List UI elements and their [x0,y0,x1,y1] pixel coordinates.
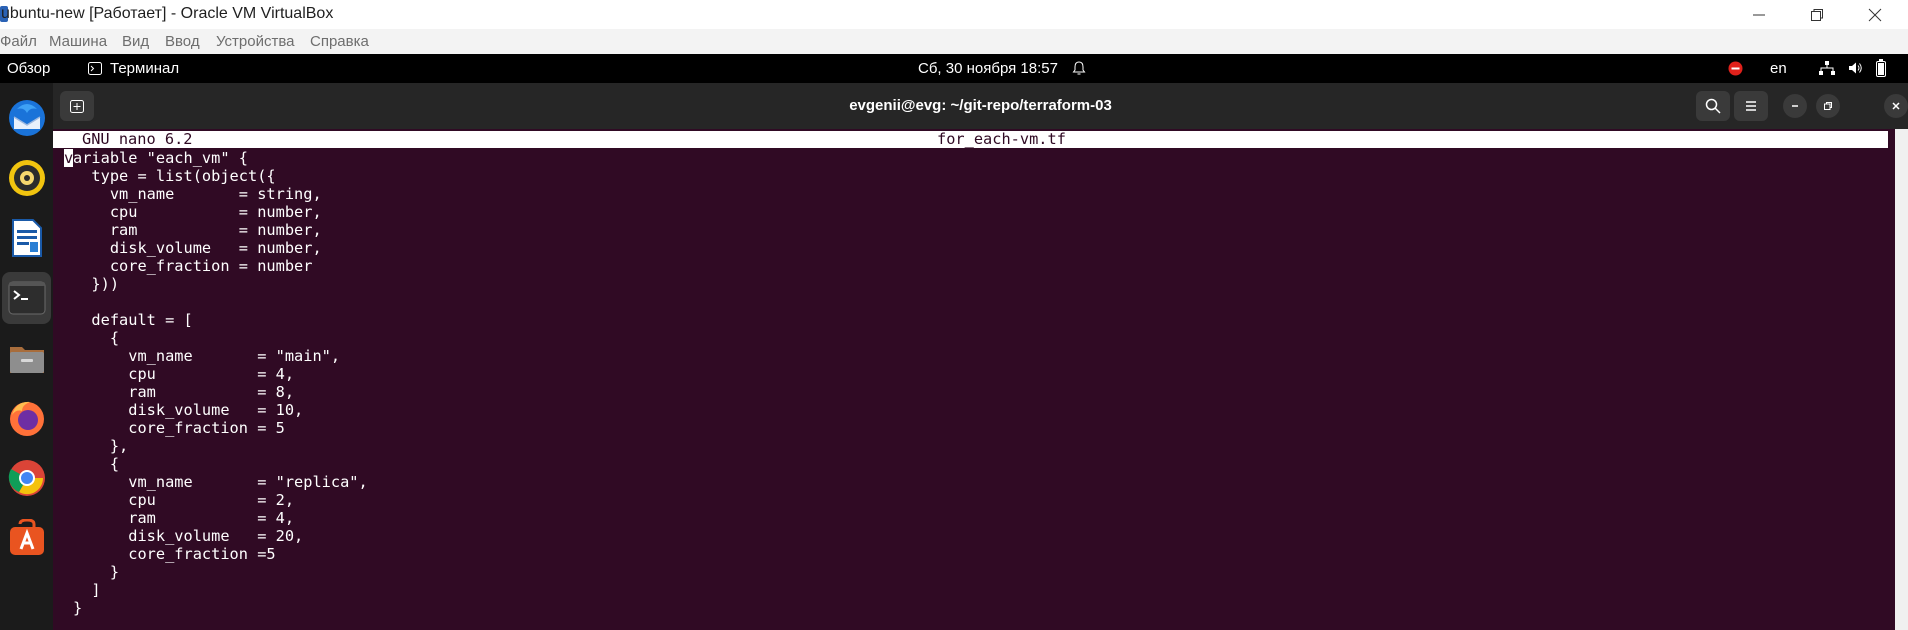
code-line: default = [ [73,311,193,329]
terminal-app-icon [88,62,102,75]
ubuntu-top-bar: Обзор Терминал Сб, 30 ноября 18:57 en [0,54,1908,83]
chrome-icon [8,460,45,496]
code-line: vm_name = "replica", [73,473,368,491]
code-line: disk_volume = number, [73,239,322,257]
app-center-icon [10,519,44,555]
restore-button[interactable] [1790,0,1844,29]
libreoffice-writer-icon [12,219,42,257]
battery-icon[interactable] [1876,59,1886,77]
menu-help[interactable]: Справка [310,33,369,50]
code-line: disk_volume = 10, [73,401,304,419]
code-line: core_fraction = number [73,257,313,275]
dock [0,83,53,630]
terminal-window-title: evgenii@evg: ~/git-repo/terraform-03 [849,97,1112,114]
restore-icon [1811,8,1823,21]
thunderbird-icon [9,100,45,136]
dock-writer[interactable] [2,212,51,264]
minimize-icon [1792,105,1798,107]
menu-file[interactable]: Файл [0,33,37,50]
dock-firefox[interactable] [2,392,51,444]
minimize-button[interactable] [1732,0,1786,29]
firefox-icon [10,401,44,436]
activities-button[interactable]: Обзор [7,60,50,77]
hamburger-menu-button[interactable] [1734,91,1768,121]
code-line: core_fraction = 5 [73,419,285,437]
search-button[interactable] [1696,91,1730,121]
code-line: { [73,329,120,347]
code-line: ram = 8, [73,383,295,401]
menu-devices[interactable]: Устройства [216,33,294,50]
alarm-icon [1072,61,1086,75]
terminal-close-button[interactable] [1884,94,1908,118]
clock[interactable]: Сб, 30 ноября 18:57 [918,60,1058,77]
do-not-disturb-icon[interactable] [1728,61,1743,76]
code-line: disk_volume = 20, [73,527,304,545]
search-icon [1705,98,1721,114]
code-line: ram = number, [73,221,322,239]
minimize-icon [1753,14,1765,15]
code-line: { [73,455,120,473]
dock-thunderbird[interactable] [2,92,51,144]
terminal-maximize-button[interactable] [1816,94,1840,118]
nano-version: GNU nano 6.2 [82,130,193,148]
text-cursor: v [64,149,74,167]
code-line: cpu = number, [73,203,322,221]
app-menu-label[interactable]: Терминал [110,60,179,77]
host-menu-bar: Файл Машина Вид Ввод Устройства Справка [0,29,1908,54]
code-line: vm_name = string, [73,185,322,203]
close-button[interactable] [1848,0,1902,29]
code-line: ] [73,581,101,599]
close-icon [1892,102,1900,110]
close-icon [1868,8,1882,21]
menu-view[interactable]: Вид [122,33,149,50]
code-line: ram = 4, [73,509,295,527]
nano-title-bar: GNU nano 6.2 for_each-vm.tf [53,131,1888,148]
terminal-icon [8,281,46,315]
dock-chrome[interactable] [2,452,51,504]
nano-editor-text[interactable]: ariable "each_vm" { type = list(object({… [73,149,368,617]
terminal-header-bar: evgenii@evg: ~/git-repo/terraform-03 [53,83,1908,129]
network-icon[interactable] [1819,61,1835,75]
host-window-title: ubuntu-new [Работает] - Oracle VM Virtua… [1,5,334,22]
restore-icon [1824,102,1832,110]
volume-icon[interactable] [1848,61,1863,75]
dock-app-center[interactable] [2,512,51,564]
host-title-bar: ubuntu-new [Работает] - Oracle VM Virtua… [0,0,1908,29]
terminal-content[interactable]: GNU nano 6.2 for_each-vm.tf v ariable "e… [53,129,1908,630]
dock-files[interactable] [2,332,51,384]
code-line: } [73,599,83,617]
files-icon [10,347,44,373]
code-line: } [73,563,120,581]
code-line: })) [73,275,120,293]
code-line: type = list(object({ [73,167,276,185]
code-line: vm_name = "main", [73,347,341,365]
nano-filename: for_each-vm.tf [937,130,1066,148]
rhythmbox-icon [9,160,45,196]
hamburger-menu-icon [1746,101,1756,111]
keyboard-language[interactable]: en [1770,60,1787,77]
code-line: core_fraction =5 [73,545,276,563]
right-edge-strip [1895,129,1908,630]
code-line: ariable "each_vm" { [73,149,248,167]
terminal-minimize-button[interactable] [1783,94,1807,118]
code-line: }, [73,437,129,455]
dock-rhythmbox[interactable] [2,152,51,204]
menu-input[interactable]: Ввод [165,33,200,50]
code-line: cpu = 4, [73,365,295,383]
code-line: cpu = 2, [73,491,295,509]
dock-terminal[interactable] [2,272,51,324]
menu-machine[interactable]: Машина [49,33,107,50]
